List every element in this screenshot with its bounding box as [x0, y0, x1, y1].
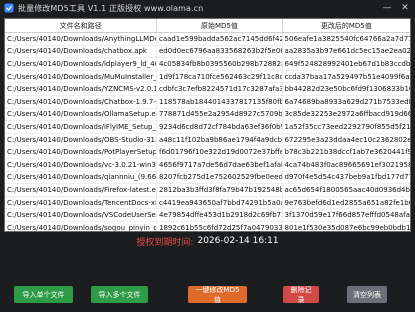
close-button[interactable]: ✕: [399, 2, 411, 14]
table-row[interactable]: C:/Users/40140/Downloads/PotPlayerSetup6…: [5, 146, 410, 159]
column-header-new-md5[interactable]: 更改后的MD5值: [283, 19, 410, 32]
row-new-md5: d970f4e5d54c437beb9a1fbd177d77e: [284, 173, 410, 182]
import-multiple-files-button[interactable]: 导入多个文件: [91, 286, 148, 303]
license-expiry-label: 授权到期时间:: [136, 237, 194, 248]
import-single-file-button[interactable]: 导入单个文件: [14, 286, 73, 303]
table-row[interactable]: C:/Users/40140/Downloads/Firefox-latest.…: [5, 184, 410, 197]
column-header-original-md5[interactable]: 原始MD5值: [157, 19, 283, 32]
table-header: 文件名和路径 原始MD5值 更改后的MD5值: [5, 19, 410, 33]
row-new-md5: 1a52f35cc73eed2292790f855d5f21a3: [284, 122, 410, 131]
table-row[interactable]: C:/Users/40140/Downloads/Chatbox-1.9.7-S…: [5, 95, 410, 109]
table-row[interactable]: C:/Users/40140/Downloads/qiannniu_(9.66.…: [5, 171, 410, 185]
table-row[interactable]: C:/Users/40140/Downloads/vc-3.0.21-win32…: [5, 158, 410, 172]
minimize-button[interactable]: —: [381, 2, 393, 14]
row-original-md5: 9234d6cd8d72cf784bda63ef36f0b9bc: [159, 121, 283, 133]
clear-list-button[interactable]: 清空列表: [347, 286, 387, 303]
row-file-path: C:/Users/40140/Downloads/VSCodeUserSetup…: [7, 209, 157, 221]
row-file-path: C:/Users/40140/Downloads/qiannniu_(9.66.…: [7, 171, 157, 184]
table-row[interactable]: C:/Users/40140/Downloads/ldplayer9_ld_40…: [5, 58, 410, 71]
table-row[interactable]: C:/Users/40140/Downloads/OBS-Studio-31.0…: [5, 133, 410, 147]
row-file-path: C:/Users/40140/Downloads/Chatbox-1.9.7-S…: [7, 95, 157, 108]
row-original-md5: 4656f9717a7de56d7dae63bef1afab9: [159, 158, 283, 171]
table-row[interactable]: C:/Users/40140/Downloads/iFlyIME_Setup_3…: [5, 121, 410, 134]
title-bar: 批量修改MD5工具 V1.1 正版授权 www.olama.cn — ✕: [0, 0, 415, 16]
row-original-md5: 1d9f178ca710fce562463c29f11c8c49: [159, 70, 283, 83]
table-row[interactable]: C:/Users/40140/Downloads/VSCodeUserSetup…: [5, 209, 410, 222]
row-new-md5: b78c3b221b38dccf1ab7e3620441f92: [284, 148, 410, 157]
modify-md5-button[interactable]: 一键修改MD5值: [188, 286, 247, 304]
license-expiry-value: 2026-02-14 16:11: [197, 236, 279, 246]
row-new-md5: 3c85de32253e2972a6ffbacd919d664: [284, 110, 410, 119]
row-file-path: C:/Users/40140/Downloads/MuMuInstaller_3…: [7, 70, 157, 83]
row-new-md5: 506eafe1a3825540fc64766a2a7d7743: [284, 34, 410, 43]
row-new-md5: bb44282d23e50bc6fd9f1306833b101: [284, 85, 410, 94]
delete-record-button[interactable]: 删除记录: [283, 286, 319, 304]
row-new-md5: 6a74689ba8933a629d271b7533ed8f8: [284, 97, 410, 106]
row-original-md5: 4c05834fb8b0395560b298b728828fc: [159, 58, 283, 70]
app-logo-icon: [4, 3, 14, 13]
row-file-path: C:/Users/40140/Downloads/PotPlayerSetup6…: [7, 146, 157, 158]
row-original-md5: 778871d455e2a2954d8927c5709b139: [159, 108, 283, 121]
row-original-md5: 1892c61b55c6fd72d25f7a0479033a4f6: [159, 221, 283, 232]
row-new-md5: ccda37baa17a529497b51e4099f6af4: [284, 72, 410, 81]
row-original-md5: 8207fcb275d1e752602529fbe0eed65f: [159, 171, 283, 184]
table-row[interactable]: C:/Users/40140/Downloads/TencentDocs-x86…: [5, 196, 410, 210]
window-title: 批量修改MD5工具 V1.1 正版授权 www.olama.cn: [18, 3, 204, 13]
row-original-md5: 4e79854dffe453d1b2918d2c69fb7387: [159, 209, 283, 221]
row-new-md5: 9e763befd6d1ed2855a651a82fe1b0b: [284, 198, 410, 207]
row-new-md5: 649f524828992401eb67d1b83ccdb3b: [284, 59, 410, 68]
table-row[interactable]: C:/Users/40140/Downloads/MuMuInstaller_3…: [5, 70, 410, 84]
row-original-md5: c4419ea943650af7bbd74291b5a0a92: [159, 196, 283, 209]
row-new-md5: 801e1f530e35d087e6bc99eb0bdb118: [284, 223, 410, 232]
row-original-md5: ed0d0ec6796aa833568263b2f5e068d: [159, 45, 283, 58]
row-file-path: C:/Users/40140/Downloads/Firefox-latest.…: [7, 184, 157, 196]
row-original-md5: a48c11f102ba9b86ae1794f4a9dcbfc2: [159, 133, 283, 146]
row-original-md5: 118578ab1844014337817135f80fba1: [159, 95, 283, 108]
column-header-path[interactable]: 文件名和路径: [5, 19, 158, 32]
row-file-path: C:/Users/40140/Downloads/ldplayer9_ld_40…: [5, 58, 157, 70]
row-file-path: C:/Users/40140/Downloads/OBS-Studio-31.0…: [7, 133, 157, 146]
row-file-path: C:/Users/40140/Downloads/OllamaSetup.exe: [7, 108, 157, 121]
row-new-md5: 672295e3a23ddaa4ec10c2362802ef9c: [284, 135, 410, 144]
row-file-path: C:/Users/40140/Downloads/vc-3.0.21-win32…: [7, 158, 157, 171]
row-new-md5: ac65d654f1800565aac40d0936d4b3b: [284, 185, 410, 194]
row-file-path: C:/Users/40140/Downloads/iFlyIME_Setup_3…: [7, 121, 157, 133]
file-table[interactable]: 文件名和路径 原始MD5值 更改后的MD5值 C:/Users/40140/Do…: [4, 18, 411, 232]
row-file-path: C:/Users/40140/Downloads/chatbox.apk: [5, 45, 157, 58]
row-file-path: C:/Users/40140/Downloads/sogou_pinyin_gu…: [7, 221, 157, 232]
row-original-md5: caad1e599badda562ac7145dd6f421c: [159, 33, 283, 45]
row-original-md5: cdbfc3c7efb8224571d17c3287afa303: [159, 83, 283, 95]
table-row[interactable]: C:/Users/40140/Downloads/chatbox.apk ed0d…: [5, 45, 410, 59]
row-file-path: C:/Users/40140/Downloads/YZNCMS-v2.0.1.z…: [7, 83, 157, 95]
row-file-path: C:/Users/40140/Downloads/AnythingLLMDesk…: [5, 33, 157, 45]
row-original-md5: f6d01796f10e322d19d0072e37bffe958: [157, 146, 283, 158]
license-expiry: 授权到期时间: 2026-02-14 16:11: [0, 232, 415, 250]
row-new-md5: 3f1370d59e17f66d857efffd0548afa8: [284, 211, 410, 220]
table-row[interactable]: C:/Users/40140/Downloads/AnythingLLMDesk…: [5, 33, 410, 46]
row-new-md5: aa2835a3b97e661dc5ec15ae2ea026d: [284, 47, 410, 56]
row-file-path: C:/Users/40140/Downloads/TencentDocs-x86…: [7, 196, 157, 209]
table-row[interactable]: C:/Users/40140/Downloads/YZNCMS-v2.0.1.z…: [5, 83, 410, 96]
row-original-md5: 2812ba3b3ffd3f8fa79b47b192548bf1: [159, 184, 283, 196]
row-new-md5: 4ca74b483f0ac89665691ef302195835d: [284, 160, 410, 169]
table-body: C:/Users/40140/Downloads/AnythingLLMDesk…: [5, 33, 410, 232]
table-row[interactable]: C:/Users/40140/Downloads/sogou_pinyin_gu…: [5, 221, 410, 232]
table-row[interactable]: C:/Users/40140/Downloads/OllamaSetup.exe…: [5, 108, 410, 122]
